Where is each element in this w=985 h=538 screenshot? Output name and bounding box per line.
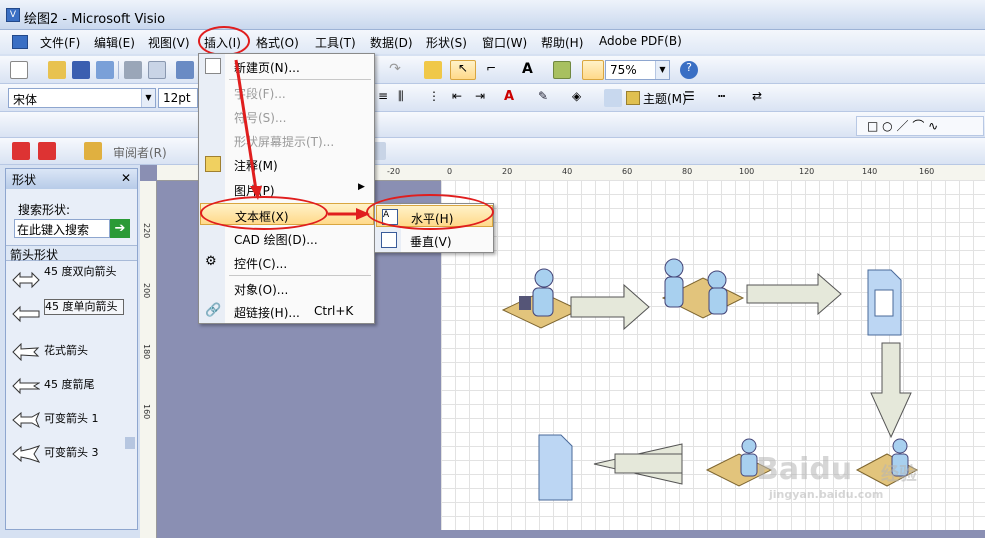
annotation-arrow-2-head: [356, 208, 370, 220]
annotation-arrow-1-head: [250, 186, 262, 200]
annotation-arrows: [234, 59, 370, 220]
annotation-arrow-1: [234, 59, 258, 191]
